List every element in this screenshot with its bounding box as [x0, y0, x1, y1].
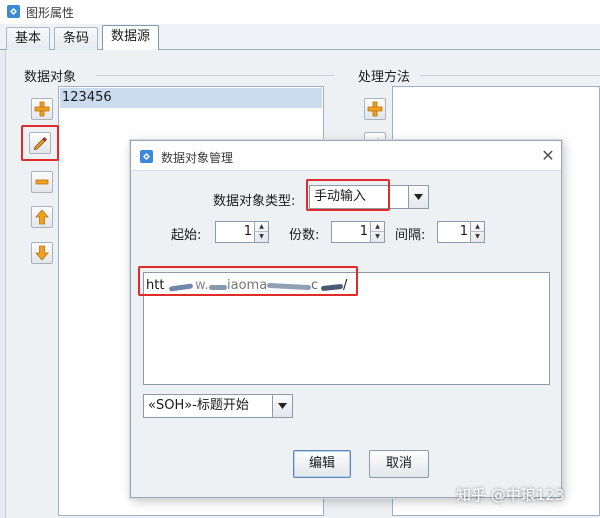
edit-data-object-button[interactable]	[29, 132, 51, 154]
watermark: 知乎 @中琅123	[456, 486, 565, 504]
copies-label: 份数:	[289, 228, 320, 243]
tab-data-source[interactable]: 数据源	[102, 25, 160, 51]
window-left-edge	[0, 50, 6, 518]
control-char-select[interactable]: «SOH»-标题开始	[143, 394, 293, 418]
window-title: 图形属性	[26, 6, 75, 20]
spin-up-icon[interactable]: ▲	[371, 222, 384, 232]
tab-barcode[interactable]: 条码	[54, 27, 99, 50]
add-button[interactable]	[31, 98, 53, 120]
data-objects-label: 数据对象	[24, 70, 77, 85]
start-label: 起始:	[171, 228, 202, 243]
move-down-button[interactable]	[31, 242, 53, 264]
dialog-title: 数据对象管理	[161, 151, 234, 165]
chevron-down-icon[interactable]	[408, 186, 428, 208]
type-highlight-box	[306, 179, 390, 211]
plus-icon	[34, 101, 50, 117]
interval-label: 间隔:	[395, 228, 426, 243]
copies-stepper[interactable]: 1 ▲ ▼	[331, 221, 385, 243]
spin-down-icon[interactable]: ▼	[371, 232, 384, 242]
arrow-down-icon	[35, 245, 49, 261]
data-objects-divider	[96, 75, 334, 76]
list-item[interactable]: 123456	[60, 88, 322, 108]
remove-button[interactable]	[31, 171, 53, 193]
control-char-value: «SOH»-标题开始	[148, 398, 249, 413]
start-stepper[interactable]: 1 ▲ ▼	[215, 221, 269, 243]
spin-down-icon[interactable]: ▼	[471, 232, 484, 242]
app-logo-icon	[6, 4, 21, 19]
close-icon[interactable]: ✕	[537, 145, 559, 167]
spin-up-icon[interactable]: ▲	[471, 222, 484, 232]
url-highlight-box	[138, 266, 358, 296]
start-value: 1	[243, 224, 252, 239]
data-object-manager-dialog: 数据对象管理 ✕ 数据对象类型: 手动输入 起始: 1 ▲ ▼ 份数: 1 ▲ …	[130, 140, 562, 498]
app-logo-icon	[139, 149, 154, 164]
minus-icon	[35, 179, 49, 185]
spin-up-icon[interactable]: ▲	[255, 222, 268, 232]
processing-divider	[420, 75, 600, 76]
move-up-button[interactable]	[31, 206, 53, 228]
copies-value: 1	[359, 224, 368, 239]
plus-icon	[367, 101, 383, 117]
tab-basic[interactable]: 基本	[6, 27, 51, 50]
processing-methods-label: 处理方法	[358, 70, 411, 85]
spin-down-icon[interactable]: ▼	[255, 232, 268, 242]
interval-value: 1	[459, 224, 468, 239]
arrow-up-icon	[35, 209, 49, 225]
data-object-type-label: 数据对象类型:	[213, 194, 296, 209]
add-processing-button[interactable]	[364, 98, 386, 120]
interval-stepper[interactable]: 1 ▲ ▼	[437, 221, 485, 243]
chevron-down-icon[interactable]	[272, 395, 292, 417]
window-titlebar	[0, 0, 600, 24]
edit-button[interactable]: 编辑	[293, 450, 351, 478]
cancel-button[interactable]: 取消	[369, 450, 429, 478]
pencil-icon	[33, 137, 47, 151]
